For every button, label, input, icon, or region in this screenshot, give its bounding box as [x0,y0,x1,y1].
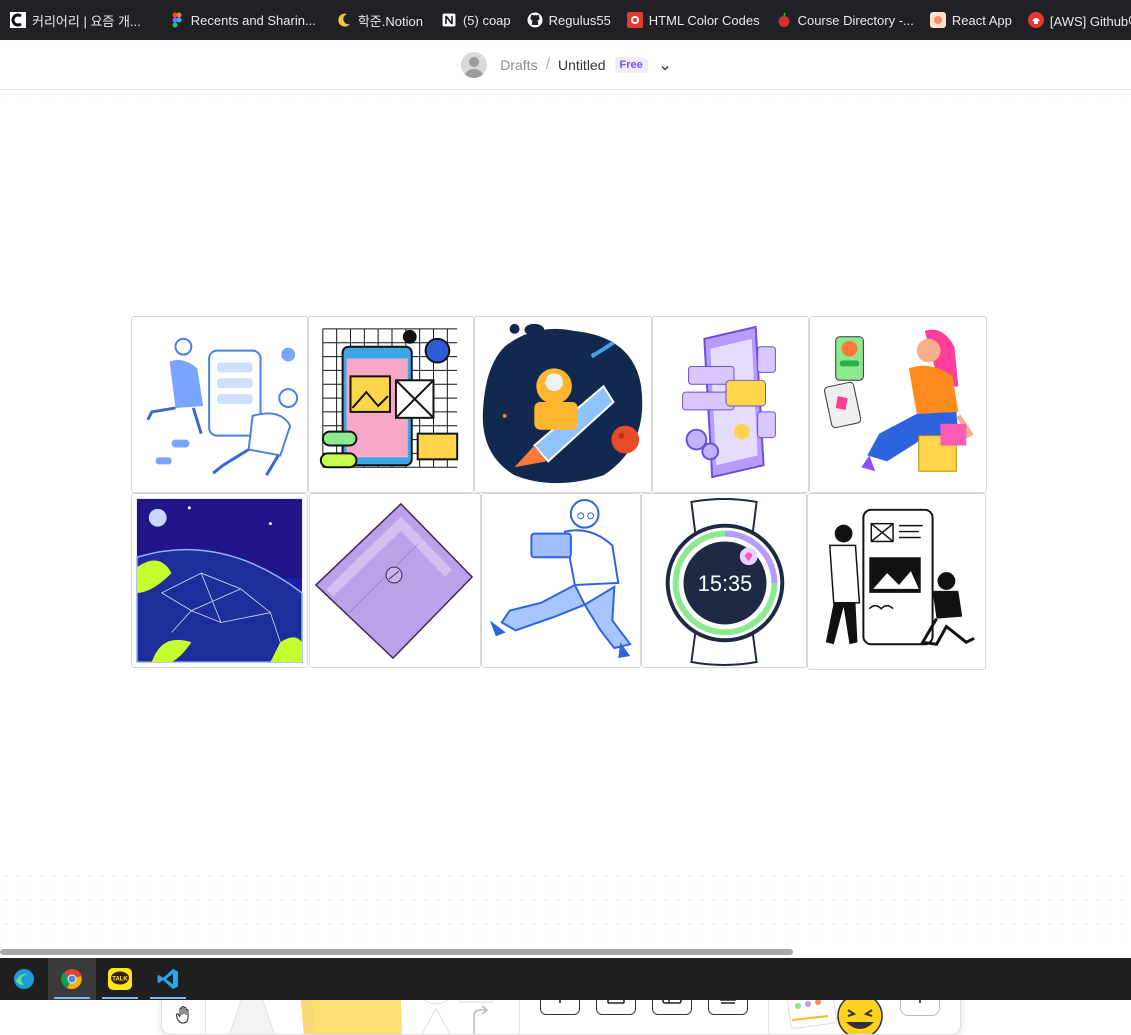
moon-icon [336,12,352,28]
bookmarks-bar: 커리어리 | 요즘 개... Recents and Sharin... 학준.… [0,0,1131,40]
bookmark-label: Recents and Sharin... [190,12,316,28]
aws-icon [1027,12,1044,28]
smartwatch-illustration[interactable]: 15:35 [641,493,807,668]
bookmark-label: HTML Color Codes [648,12,760,28]
people-ui-illustration[interactable] [807,493,986,670]
bookmark-label: 커리어리 | 요즘 개... [32,13,141,29]
planet-network-illustration[interactable] [131,493,308,668]
notion-icon [441,12,457,28]
kakaotalk-icon: TALK [108,968,132,990]
chrome-app[interactable] [48,958,96,1000]
bookmark-label: (5) coap [462,12,511,28]
os-taskbar: TALK [0,958,1131,1000]
file-header: Drafts / Untitled Free [0,40,1131,90]
bookmark-figma[interactable]: Recents and Sharin... [163,6,326,34]
file-title[interactable]: Untitled [558,57,605,73]
isometric-phone-illustration[interactable] [652,316,809,493]
bookmark-label: React App [951,12,1012,28]
breadcrumb-drafts[interactable]: Drafts [500,57,537,73]
horizontal-scrollbar[interactable] [0,946,1131,958]
purple-paper-illustration[interactable] [309,493,481,668]
man-laptop-illustration[interactable] [481,493,641,668]
chrome-icon [61,969,82,990]
plan-badge: Free [614,56,648,73]
watch-time: 15:35 [698,571,752,596]
hand-tool[interactable] [162,994,206,1034]
avatar[interactable] [461,51,488,78]
edge-icon [14,969,34,989]
svg-text:TALK: TALK [112,977,128,983]
kakaotalk-app[interactable]: TALK [96,958,144,1000]
bookmark-github[interactable]: Regulus55 [521,6,621,34]
github-icon [527,12,543,28]
bookmark-label: Regulus55 [548,12,611,28]
bookmark-html-color-codes[interactable]: HTML Color Codes [621,6,770,34]
figma-icon [169,12,185,28]
bookmark-careerly[interactable]: 커리어리 | 요즘 개... [4,6,151,34]
apple-icon [776,12,792,28]
woman-shopping-illustration[interactable] [809,316,987,493]
chevron-down-icon[interactable] [660,60,670,70]
hand-icon [175,1005,189,1024]
edge-app[interactable] [0,958,48,1000]
bookmark-label: 학준.Notion [357,13,423,29]
careerly-icon [10,12,26,28]
vscode-app[interactable] [144,958,192,1000]
bookmark-label: Course Directory -... [797,12,914,28]
vscode-icon [157,969,178,989]
bookmark-coap[interactable]: (5) coap [435,6,521,34]
mobile-design-illustration[interactable] [308,316,474,493]
bookmark-aws-github[interactable]: [AWS] Github에 A... [1022,6,1131,34]
bookmark-label: [AWS] Github에 A... [1049,13,1131,29]
color-codes-icon [626,12,643,28]
react-app-icon [929,12,946,28]
bookmark-react-app[interactable]: React App [924,6,1022,34]
bookmark-notion-moon[interactable]: 학준.Notion [330,6,433,34]
scrollbar-thumb[interactable] [0,949,793,955]
bookmark-course-directory[interactable]: Course Directory -... [770,6,924,34]
people-phone-illustration[interactable] [131,316,308,493]
astronaut-rocket-illustration[interactable] [474,316,652,493]
board-canvas[interactable]: 15:35 [0,90,1131,1035]
breadcrumb-separator: / [545,55,551,73]
